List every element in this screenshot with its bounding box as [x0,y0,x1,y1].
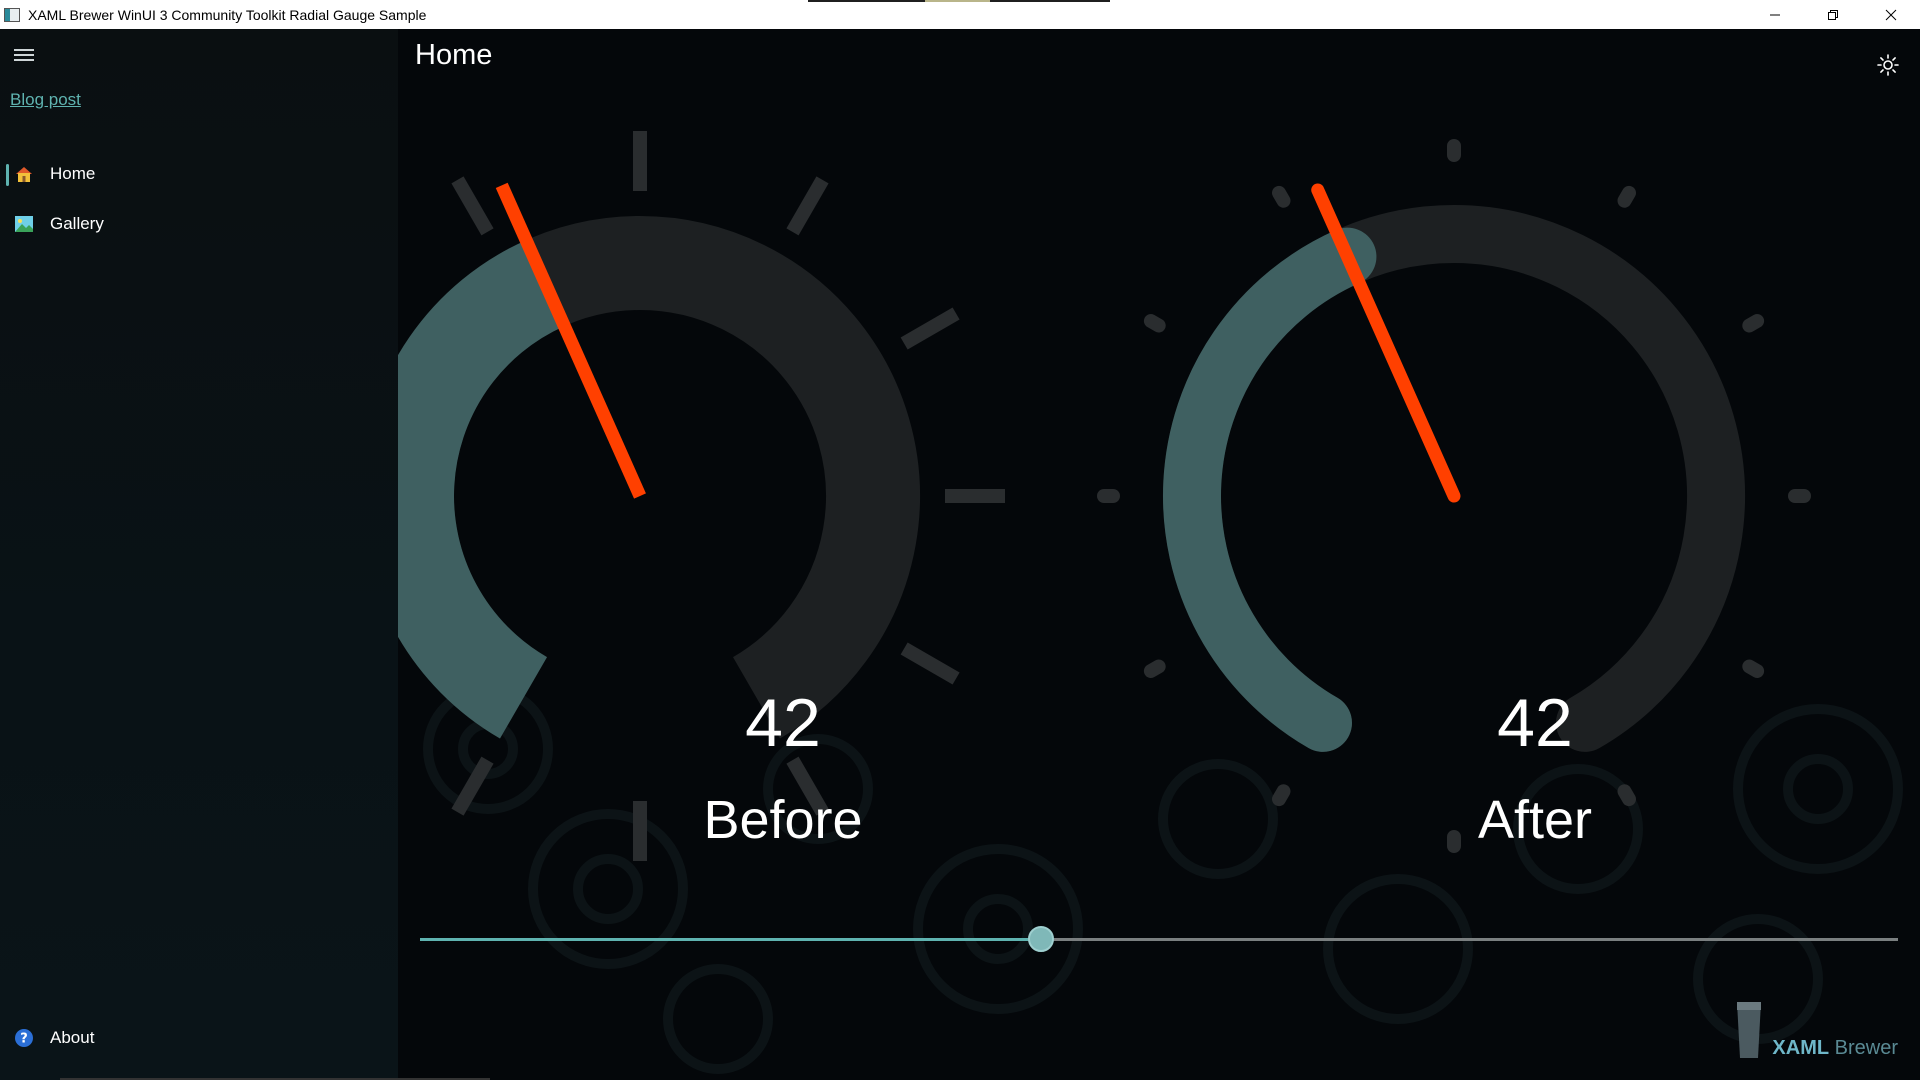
nav-item-label: Gallery [50,214,104,233]
radial-gauges [398,131,1811,861]
navigation-pane: Blog post Home Gallery ? About [0,29,398,1080]
gallery-icon [15,216,33,232]
selection-indicator [6,164,9,186]
gauge-before-label: Before [703,790,863,850]
gauge-after-value: 42 [1497,685,1573,761]
nav-item-label: About [50,1028,95,1047]
title-bar: XAML Brewer WinUI 3 Community Toolkit Ra… [0,0,1920,29]
nav-item-home[interactable]: Home [0,154,398,194]
gauge-after-tick [1272,185,1291,208]
value-slider-track[interactable] [420,938,1898,941]
gauge-after-tick [1272,784,1291,807]
minimize-icon [1770,14,1780,15]
restore-icon [1828,9,1838,20]
blog-post-link[interactable]: Blog post [10,90,81,110]
restore-button[interactable] [1804,0,1862,29]
window-controls [1746,0,1920,29]
nav-item-label: Home [50,164,96,183]
window-title: XAML Brewer WinUI 3 Community Toolkit Ra… [28,6,427,23]
gauge-after-trail [1163,227,1377,752]
hamburger-icon [14,49,34,51]
content-area: Home 42 Before 42 After XAML Brewer [398,29,1920,1080]
gauge-before-tick [451,756,494,816]
nav-item-gallery[interactable]: Gallery [0,204,398,244]
nav-item-about[interactable]: ? About [0,1018,398,1058]
value-slider-thumb[interactable] [1027,926,1054,952]
gauge-after-tick [1143,314,1166,333]
hamburger-menu-button[interactable] [14,49,36,63]
help-icon: ? [15,1029,33,1047]
close-button[interactable] [1862,0,1920,29]
svg-text:?: ? [20,1032,28,1047]
gauge-after-tick [1143,659,1166,678]
gauge-before-tick [451,176,494,236]
gauge-before-trail [398,240,566,739]
value-slider-fill [420,938,1041,941]
gauge-before-tick [786,176,829,236]
gauge-before-tick [900,307,960,350]
close-icon [1885,9,1897,20]
gauge-after-tick [1742,659,1765,678]
gauge-after-tick [1617,185,1636,208]
title-drag-accent-highlight [925,0,990,2]
app-icon [4,7,20,22]
gauge-after-tick [1742,314,1765,333]
home-icon [16,167,32,182]
gauge-before-tick [900,642,960,685]
beer-glass-icon [1737,1002,1762,1058]
minimize-button[interactable] [1746,0,1804,29]
xaml-brewer-logo: XAML Brewer [1734,1000,1898,1060]
gauge-before-value: 42 [745,685,821,761]
brand-text: XAML Brewer [1772,1037,1898,1059]
gauge-after-label: After [1477,790,1593,850]
